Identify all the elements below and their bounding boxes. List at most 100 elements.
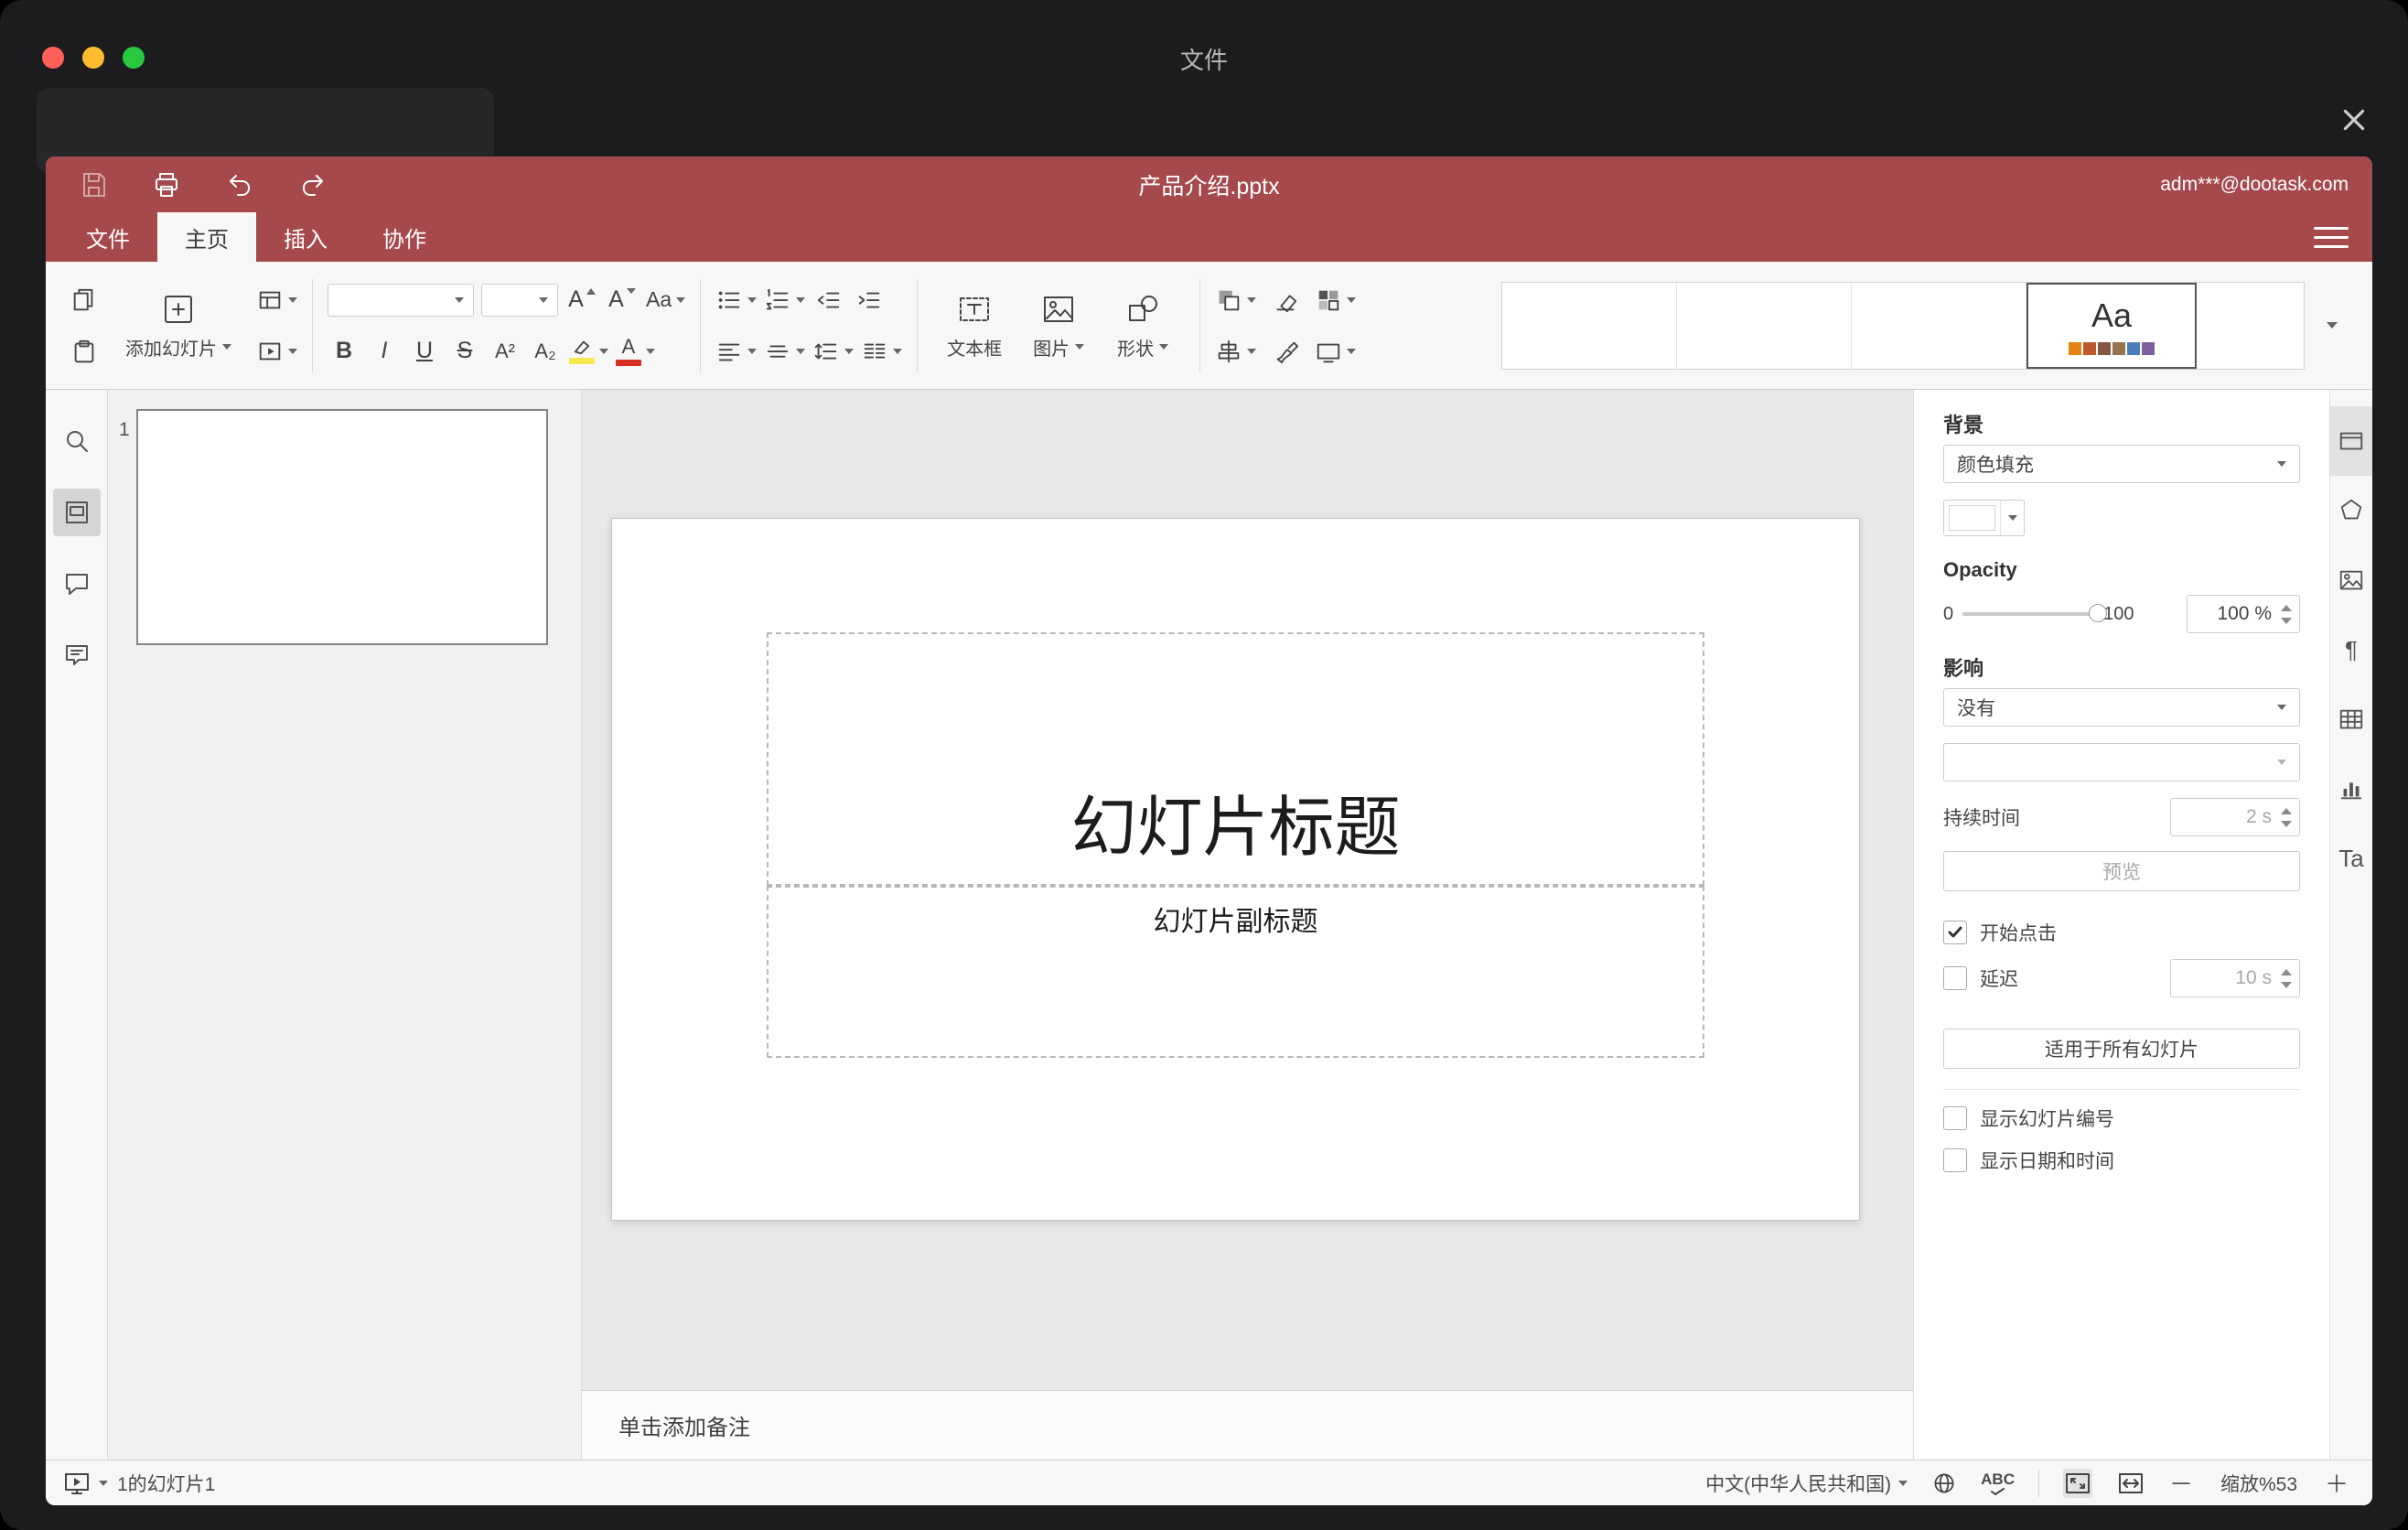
bullet-list-button[interactable] [715,283,758,318]
superscript-button[interactable]: A² [489,334,521,369]
font-name-combobox[interactable] [328,283,474,317]
insert-shape-button[interactable]: 形状 [1101,291,1185,361]
preview-button[interactable]: 预览 [1943,851,2300,891]
tab-collaboration[interactable]: 协作 [355,212,454,262]
spinner-arrows[interactable] [2279,604,2299,624]
add-slide-button[interactable]: 添加幻灯片 [101,291,256,361]
notes-area[interactable]: 单击添加备注 [582,1390,1913,1460]
image-settings-tab[interactable] [2330,545,2372,615]
fill-type-select[interactable]: 颜色填充 [1943,445,2300,483]
clear-style-button[interactable] [1269,283,1302,318]
chat-button[interactable] [53,631,101,679]
textart-settings-tab[interactable]: Ta [2330,824,2372,893]
decrease-indent-button[interactable] [812,283,845,318]
increase-font-button[interactable]: A [565,283,598,318]
zoom-in-button[interactable] [2325,1471,2349,1495]
horizontal-align-button[interactable] [715,334,758,369]
spellcheck-button[interactable]: ABC [1981,1471,2015,1495]
background-color-picker[interactable] [1943,500,2025,536]
subtitle-placeholder[interactable]: 幻灯片副标题 [767,886,1704,1058]
columns-button[interactable] [861,334,903,369]
highlight-color-button[interactable] [569,334,608,369]
delay-spinner[interactable]: 10 s [2170,959,2300,997]
underline-button[interactable]: U [408,334,441,369]
slide-settings-tab[interactable] [2330,406,2372,476]
shape-settings-tab[interactable] [2330,476,2372,545]
font-size-combobox[interactable] [481,283,558,317]
numbered-list-button[interactable] [764,283,806,318]
fit-to-slide-button[interactable] [2063,1468,2092,1498]
align-shapes-button[interactable] [1215,334,1257,369]
arrange-shapes-button[interactable] [1215,283,1257,318]
paste-button[interactable] [68,334,101,369]
spinner-arrows[interactable] [2279,807,2299,827]
title-placeholder[interactable]: 幻灯片标题 [767,632,1704,886]
table-settings-tab[interactable] [2330,684,2372,754]
decrease-font-button[interactable]: A [606,283,639,318]
spinner-arrows[interactable] [2279,968,2299,988]
menu-icon[interactable] [2314,222,2349,252]
show-slide-number-checkbox[interactable] [1943,1106,1967,1130]
slides-panel-button[interactable] [52,489,101,536]
copy-button[interactable] [68,283,101,318]
document-language-button[interactable] [1931,1471,1957,1496]
redo-button[interactable] [296,168,329,201]
shape-label: 形状 [1117,339,1155,360]
comments-button[interactable] [53,560,101,608]
color-picker-arrow[interactable] [2000,501,2024,535]
strikethrough-button[interactable]: S [448,334,481,369]
start-slideshow-status-button[interactable] [62,1469,108,1498]
slide-surface[interactable]: 幻灯片标题 幻灯片副标题 [611,518,1860,1221]
gallery-expand-button[interactable] [2312,282,2352,370]
duration-spinner[interactable]: 2 s [2170,798,2300,836]
theme-thumbnail[interactable] [1852,282,2026,369]
zoom-out-button[interactable] [2169,1471,2193,1495]
tab-insert[interactable]: 插入 [256,212,355,262]
language-selector[interactable]: 中文(中华人民共和国) [1705,1470,1908,1497]
insert-image-button[interactable]: 图片 [1016,291,1101,361]
chevron-down-icon [2277,461,2286,467]
opacity-spinner[interactable]: 100 % [2187,595,2300,633]
toolbar-separator [917,278,919,372]
statusbar-separator [2038,1469,2039,1497]
slide-layout-button[interactable] [256,283,297,318]
opacity-slider[interactable] [1962,604,2108,622]
start-on-click-checkbox[interactable] [1943,921,1967,944]
increase-indent-button[interactable] [853,283,886,318]
chart-settings-tab[interactable] [2330,754,2372,824]
save-button[interactable] [77,168,110,201]
copy-style-button[interactable] [1269,334,1302,369]
show-date-checkbox[interactable] [1943,1148,1967,1172]
transition-variant-select[interactable] [1943,743,2300,781]
bold-button[interactable]: B [328,334,360,369]
subscript-button[interactable]: A₂ [529,334,562,369]
slide-thumbnail-1[interactable] [136,409,548,645]
tab-file[interactable]: 文件 [59,212,157,262]
slide-size-button[interactable] [1315,334,1357,369]
search-button[interactable] [53,417,101,465]
change-case-button[interactable]: Aa [646,283,686,318]
font-color-button[interactable]: A [616,334,655,369]
color-scheme-button[interactable] [1315,283,1357,318]
undo-button[interactable] [223,168,256,201]
superscript-glyph: A² [495,339,515,362]
insert-textbox-button[interactable]: 文本框 [932,291,1016,361]
apply-to-all-slides-button[interactable]: 适用于所有幻灯片 [1943,1029,2300,1069]
close-icon[interactable] [2331,97,2377,143]
vertical-align-button[interactable] [764,334,806,369]
tab-home[interactable]: 主页 [157,212,256,262]
theme-thumbnail-selected[interactable]: Aa [2026,282,2197,369]
theme-thumbnail[interactable] [1502,282,1677,369]
theme-thumbnail[interactable] [1677,282,1852,369]
start-slideshow-button[interactable] [256,334,297,369]
delay-checkbox[interactable] [1943,966,1967,990]
italic-button[interactable]: I [368,334,401,369]
paragraph-settings-tab[interactable]: ¶ [2330,615,2372,684]
fit-to-width-button[interactable] [2116,1469,2145,1498]
print-button[interactable] [150,168,183,201]
slider-knob[interactable] [2089,604,2108,622]
line-spacing-button[interactable] [812,334,855,369]
transition-effect-select[interactable]: 没有 [1943,688,2300,727]
theme-thumbnail[interactable] [2197,282,2304,369]
arrow-up-icon [586,288,596,295]
